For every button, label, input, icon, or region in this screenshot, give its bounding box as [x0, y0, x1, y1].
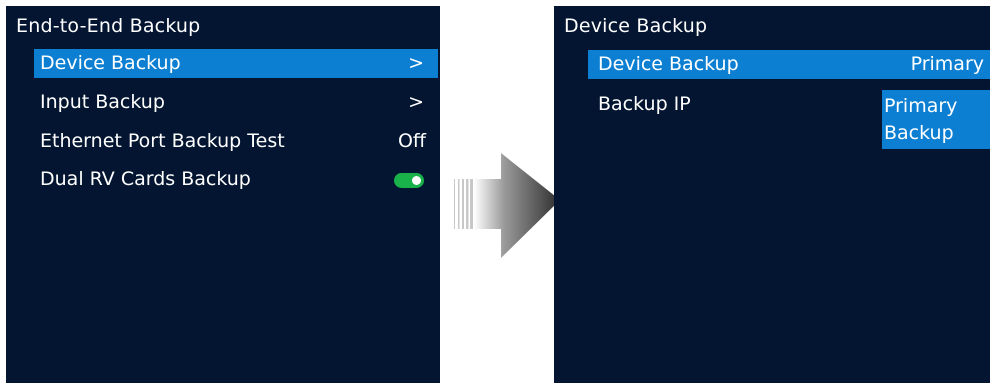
dropdown-option-backup[interactable]: Backup — [884, 119, 954, 147]
menu-item-label: Ethernet Port Backup Test — [40, 130, 285, 152]
menu-item-label: Device Backup — [40, 52, 181, 74]
menu-item-label: Input Backup — [40, 91, 165, 113]
screen-title: End-to-End Backup — [16, 15, 201, 37]
backup-mode-dropdown[interactable]: Primary Backup — [882, 90, 990, 149]
menu-item-device-backup[interactable]: Device Backup > — [34, 49, 438, 78]
chevron-right-icon: > — [408, 52, 424, 74]
menu-item-label: Device Backup — [598, 53, 739, 75]
device-backup-screen: Device Backup Device Backup Primary Back… — [554, 6, 990, 383]
menu-item-input-backup[interactable]: Input Backup > — [34, 88, 438, 117]
menu-item-label: Dual RV Cards Backup — [40, 168, 251, 190]
menu-item-ethernet-port-backup-test[interactable]: Ethernet Port Backup Test Off — [34, 127, 438, 156]
toggle-knob — [412, 176, 421, 185]
device-backup-value[interactable]: Primary — [879, 50, 990, 79]
menu-item-backup-ip[interactable]: Backup IP — [588, 90, 879, 119]
toggle-switch[interactable] — [394, 173, 424, 188]
screen-title: Device Backup — [564, 15, 708, 37]
menu-item-device-backup[interactable]: Device Backup — [588, 50, 879, 79]
menu-item-dual-rv-cards-backup[interactable]: Dual RV Cards Backup — [34, 165, 438, 194]
chevron-right-icon: > — [408, 91, 424, 113]
dropdown-option-primary[interactable]: Primary — [884, 92, 957, 120]
selected-value: Primary — [910, 53, 984, 75]
menu-item-label: Backup IP — [598, 93, 691, 115]
menu-item-value: Off — [397, 130, 426, 152]
right-arrow-icon — [454, 153, 560, 258]
end-to-end-backup-screen: End-to-End Backup Device Backup > Input … — [6, 6, 440, 383]
